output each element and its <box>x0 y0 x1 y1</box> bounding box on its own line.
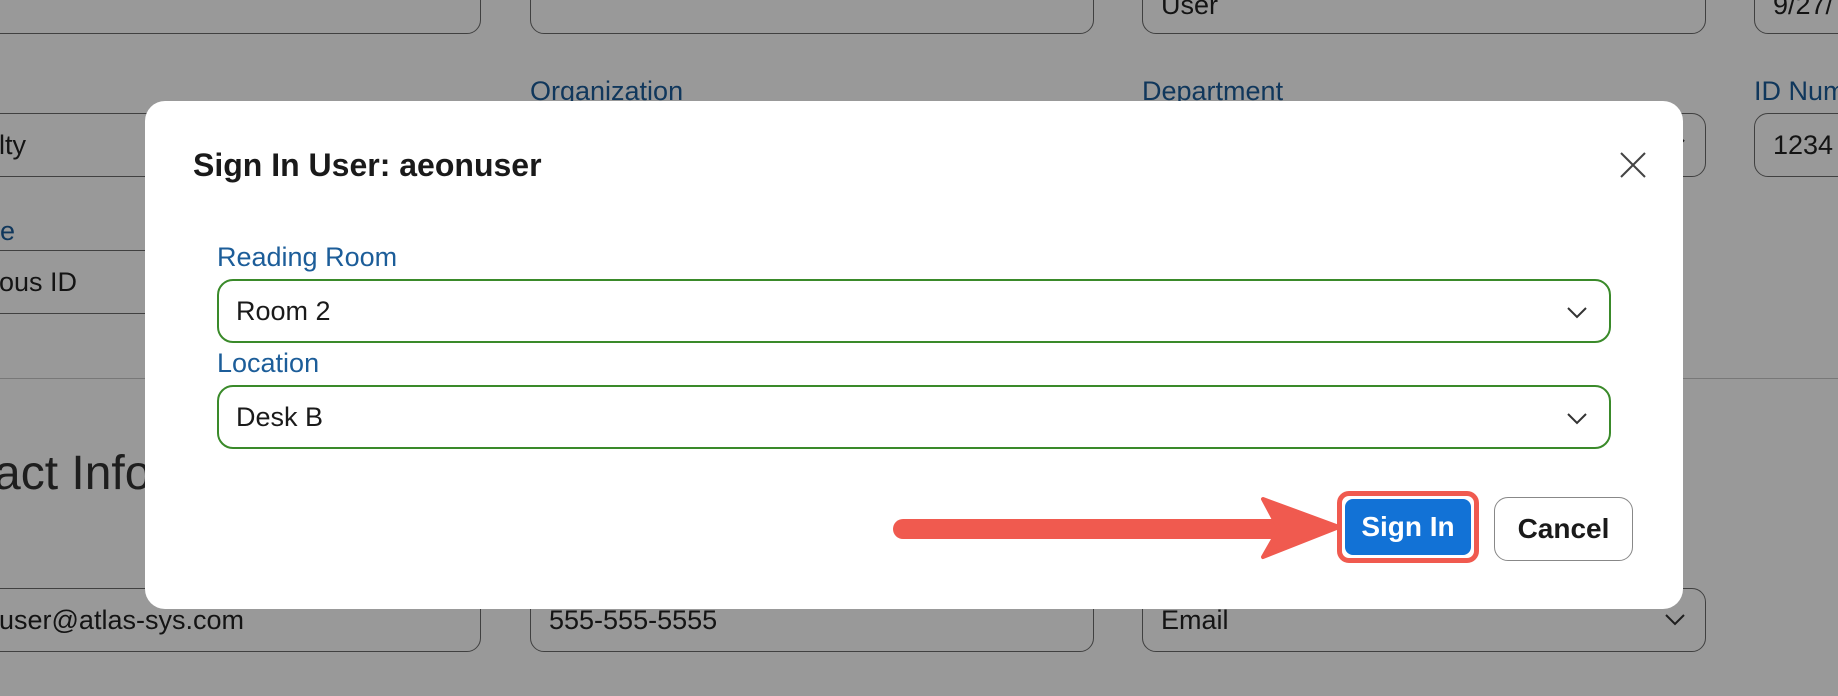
annotation-arrow-icon <box>893 497 1341 559</box>
reading-room-select[interactable]: Room 2 <box>217 279 1611 343</box>
chevron-down-icon <box>1567 307 1587 319</box>
dialog-title: Sign In User: aeonuser <box>193 147 542 183</box>
sign-in-button[interactable]: Sign In <box>1345 499 1471 555</box>
location-select[interactable]: Desk B <box>217 385 1611 449</box>
cancel-button[interactable]: Cancel <box>1494 497 1633 561</box>
location-label: Location <box>217 348 320 378</box>
reading-room-value: Room 2 <box>236 295 331 326</box>
chevron-down-icon <box>1567 413 1587 425</box>
close-icon[interactable] <box>1617 149 1649 181</box>
sign-in-dialog: Sign In User: aeonuser Reading Room Room… <box>145 101 1683 609</box>
reading-room-label: Reading Room <box>217 242 398 272</box>
location-value: Desk B <box>236 401 324 432</box>
